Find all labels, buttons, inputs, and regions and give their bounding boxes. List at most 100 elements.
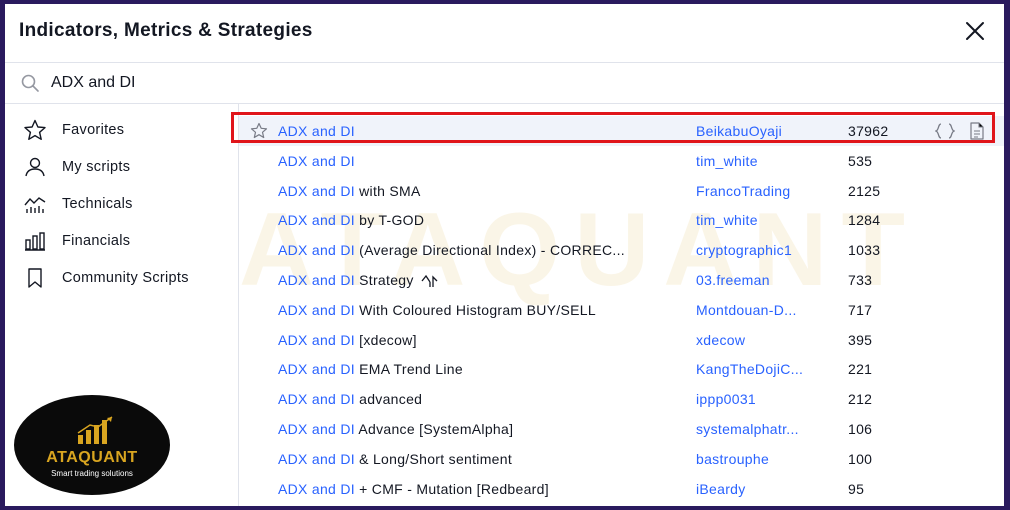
script-likes-count: 535 bbox=[848, 152, 873, 169]
close-icon bbox=[966, 22, 984, 40]
sidebar-item-label: Technicals bbox=[62, 196, 133, 212]
script-name-rest: Strategy bbox=[354, 272, 414, 288]
community-scripts-icon bbox=[28, 268, 42, 288]
sidebar-item-community-scripts[interactable]: Community Scripts bbox=[5, 259, 238, 296]
result-row[interactable]: ADX and DI EMA Trend Line KangTheDojiC...… bbox=[239, 354, 1004, 384]
logo-brand: ATAQUANT bbox=[46, 449, 138, 466]
script-likes-count: 212 bbox=[848, 391, 873, 408]
script-name: ADX and DI Strategy bbox=[278, 272, 440, 289]
result-row[interactable]: ADX and DI Strategy 03.freeman 733 bbox=[239, 265, 1004, 295]
script-name-rest: + CMF - Mutation [Redbeard] bbox=[354, 480, 549, 497]
strategy-icon bbox=[421, 275, 438, 288]
sidebar-item-label: Financials bbox=[62, 233, 131, 249]
source-code-icon[interactable] bbox=[935, 122, 955, 140]
script-name-match: ADX and DI bbox=[278, 361, 355, 378]
favorite-star-icon[interactable] bbox=[250, 122, 268, 140]
logo-tagline: Smart trading solutions bbox=[51, 469, 133, 478]
result-row[interactable]: ADX and DI (Average Directional Index) -… bbox=[239, 235, 1004, 265]
sidebar-item-label: Favorites bbox=[62, 122, 125, 138]
script-name-rest: advanced bbox=[354, 391, 423, 408]
script-name: ADX and DI Advance [SystemAlpha] bbox=[278, 421, 513, 437]
ataquant-logo: ATAQUANT Smart trading solutions bbox=[12, 393, 172, 497]
script-name-match: ADX and DI bbox=[278, 450, 355, 467]
technicals-icon bbox=[24, 197, 46, 213]
user-icon bbox=[25, 157, 45, 177]
result-row[interactable]: ADX and DI + CMF - Mutation [Redbeard] iB… bbox=[239, 474, 1004, 504]
sidebar-item-label: Community Scripts bbox=[62, 270, 189, 286]
result-row[interactable]: ADX and DI by T-GOD tim_white 1284 bbox=[239, 205, 1004, 235]
script-author[interactable]: KangTheDojiC... bbox=[696, 361, 803, 377]
script-name-rest: with SMA bbox=[354, 182, 421, 199]
script-name-match: ADX and DI bbox=[278, 301, 355, 318]
script-author[interactable]: Montdouan-D... bbox=[696, 302, 797, 318]
script-name-match: ADX and DI bbox=[278, 331, 355, 348]
script-name: ADX and DI + CMF - Mutation [Redbeard] bbox=[278, 481, 549, 497]
script-name: ADX and DI bbox=[278, 123, 355, 139]
script-likes-count: 106 bbox=[848, 421, 873, 437]
script-name-match: ADX and DI bbox=[278, 480, 355, 497]
script-likes-count: 1033 bbox=[848, 242, 881, 259]
script-name-rest: [xdecow] bbox=[354, 331, 417, 348]
script-name-match: ADX and DI bbox=[278, 391, 355, 408]
search-input[interactable] bbox=[51, 69, 651, 97]
script-name: ADX and DI advanced bbox=[278, 391, 422, 407]
script-author[interactable]: cryptographic1 bbox=[696, 242, 792, 258]
script-author[interactable]: FrancoTrading bbox=[696, 183, 790, 199]
script-author[interactable]: iBeardy bbox=[696, 481, 746, 497]
script-author[interactable]: tim_white bbox=[696, 212, 758, 228]
script-author[interactable]: systemalphatr... bbox=[696, 421, 799, 437]
script-likes-count: 717 bbox=[848, 301, 873, 318]
script-name-rest: With Coloured Histogram BUY/SELL bbox=[354, 301, 596, 318]
results-list: ATAQUANT ADX and DI BeikabuOyaji 37962 ADX … bbox=[239, 103, 1004, 506]
search-bar bbox=[5, 62, 1004, 104]
dialog-header: Indicators, Metrics & Strategies bbox=[5, 4, 1004, 62]
script-name-match: ADX and DI bbox=[278, 421, 355, 437]
script-author[interactable]: tim_white bbox=[696, 153, 758, 169]
script-name-match: ADX and DI bbox=[278, 123, 355, 139]
script-likes-count: 37962 bbox=[848, 123, 889, 139]
result-row[interactable]: ADX and DI & Long/Short sentiment bastrou… bbox=[239, 444, 1004, 474]
script-name: ADX and DI [xdecow] bbox=[278, 332, 417, 348]
result-row[interactable]: ADX and DI tim_white 535 bbox=[239, 146, 1004, 176]
script-likes-count: 95 bbox=[848, 480, 865, 497]
script-likes-count: 221 bbox=[848, 361, 873, 378]
script-likes-count: 2125 bbox=[848, 182, 881, 199]
script-author[interactable]: 03.freeman bbox=[696, 272, 770, 288]
script-name: ADX and DI (Average Directional Index) -… bbox=[278, 242, 625, 258]
sidebar-item-label: My scripts bbox=[62, 159, 131, 175]
document-icon[interactable] bbox=[969, 122, 985, 140]
dialog-title: Indicators, Metrics & Strategies bbox=[19, 20, 313, 41]
search-icon bbox=[21, 74, 39, 92]
result-row[interactable]: ADX and DI Advance [SystemAlpha] systemal… bbox=[239, 414, 1004, 444]
script-author[interactable]: bastrouphe bbox=[696, 451, 769, 467]
result-row[interactable]: ADX and DI with SMA FrancoTrading 2125 bbox=[239, 176, 1004, 206]
script-name: ADX and DI with SMA bbox=[278, 183, 421, 199]
result-row[interactable]: ADX and DI With Coloured Histogram BUY/S… bbox=[239, 295, 1004, 325]
bar-chart-logo-icon bbox=[77, 416, 113, 444]
script-likes-count: 733 bbox=[848, 272, 873, 288]
script-likes-count: 395 bbox=[848, 331, 873, 348]
script-likes-count: 100 bbox=[848, 450, 873, 467]
script-name-rest: by T-GOD bbox=[354, 212, 425, 229]
script-likes-count: 1284 bbox=[848, 212, 881, 229]
script-name-rest: & Long/Short sentiment bbox=[354, 450, 513, 467]
sidebar-item-technicals[interactable]: Technicals bbox=[5, 185, 238, 222]
sidebar-item-favorites[interactable]: Favorites bbox=[5, 111, 238, 148]
sidebar-item-financials[interactable]: Financials bbox=[5, 222, 238, 259]
close-button[interactable] bbox=[962, 18, 988, 44]
sidebar-item-my-scripts[interactable]: My scripts bbox=[5, 148, 238, 185]
result-row[interactable]: ADX and DI BeikabuOyaji 37962 bbox=[239, 116, 1004, 146]
result-row[interactable]: ADX and DI [xdecow] xdecow 395 bbox=[239, 325, 1004, 355]
financials-icon bbox=[25, 232, 45, 251]
script-name-match: ADX and DI bbox=[278, 152, 355, 169]
script-name-match: ADX and DI bbox=[278, 182, 355, 199]
script-name-match: ADX and DI bbox=[278, 212, 355, 229]
script-name: ADX and DI With Coloured Histogram BUY/S… bbox=[278, 302, 596, 318]
script-name-match: ADX and DI bbox=[278, 242, 355, 259]
script-author[interactable]: xdecow bbox=[696, 332, 745, 348]
script-author[interactable]: ippp0031 bbox=[696, 391, 756, 407]
script-author[interactable]: BeikabuOyaji bbox=[696, 123, 782, 139]
result-row[interactable]: ADX and DI advanced ippp0031 212 bbox=[239, 384, 1004, 414]
script-name-rest: EMA Trend Line bbox=[354, 361, 463, 378]
script-name: ADX and DI bbox=[278, 153, 355, 169]
